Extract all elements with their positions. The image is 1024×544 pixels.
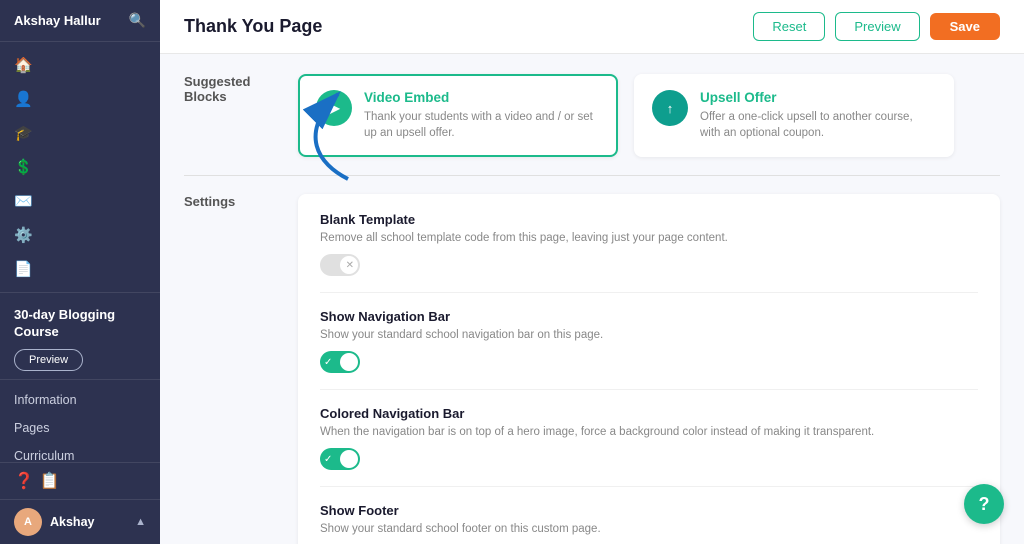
settings-label: Settings xyxy=(184,194,274,209)
sidebar-bottom-icons: ❓ 📋 xyxy=(0,462,160,499)
video-embed-card[interactable]: ▶ Video Embed Thank your students with a… xyxy=(298,74,618,157)
sidebar-footer: A Akshay ▲ xyxy=(0,499,160,544)
sidebar-item-curriculum[interactable]: Curriculum xyxy=(0,442,160,462)
sidebar-icon-page[interactable]: 📄 xyxy=(0,252,160,286)
sidebar-item-information[interactable]: Information xyxy=(0,386,160,414)
setting-show-footer: Show Footer Show your standard school fo… xyxy=(320,487,978,544)
course-section: 30-day Blogging Course Preview xyxy=(0,293,160,380)
sidebar-icon-home[interactable]: 🏠 xyxy=(0,48,160,82)
video-embed-desc: Thank your students with a video and / o… xyxy=(364,109,600,141)
sidebar-icon-dollar[interactable]: 💲 xyxy=(0,150,160,184)
settings-section: Settings Blank Template Remove all schoo… xyxy=(184,194,1000,544)
setting-colored-nav-bar: Colored Navigation Bar When the navigati… xyxy=(320,390,978,487)
suggested-blocks-label: Suggested Blocks xyxy=(184,74,274,104)
blank-template-title: Blank Template xyxy=(320,212,978,227)
show-nav-bar-toggle[interactable]: ✓ xyxy=(320,351,360,373)
save-button[interactable]: Save xyxy=(930,13,1000,40)
divider xyxy=(184,175,1000,176)
sidebar-item-pages[interactable]: Pages xyxy=(0,414,160,442)
sidebar: Akshay Hallur 🔍 🏠 👤 🎓 💲 ✉️ ⚙️ 📄 30-day B… xyxy=(0,0,160,544)
page-title: Thank You Page xyxy=(184,16,322,37)
sidebar-user-name: Akshay Hallur xyxy=(14,13,121,28)
content-area: Suggested Blocks ▶ Video Embed Thank you… xyxy=(160,54,1024,544)
blank-template-desc: Remove all school template code from thi… xyxy=(320,230,978,246)
header-actions: Reset Preview Save xyxy=(753,12,1000,41)
suggested-blocks-section: Suggested Blocks ▶ Video Embed Thank you… xyxy=(184,74,1000,157)
help-circle-icon[interactable]: ❓ xyxy=(14,471,34,491)
search-icon[interactable]: 🔍 xyxy=(129,12,146,29)
preview-button[interactable]: Preview xyxy=(835,12,919,41)
upsell-offer-content: Upsell Offer Offer a one-click upsell to… xyxy=(700,90,936,141)
upsell-offer-card[interactable]: ↑ Upsell Offer Offer a one-click upsell … xyxy=(634,74,954,157)
video-embed-content: Video Embed Thank your students with a v… xyxy=(364,90,600,141)
blank-template-toggle[interactable]: ✕ xyxy=(320,254,360,276)
page-header: Thank You Page Reset Preview Save xyxy=(160,0,1024,54)
toggle-x-icon: ✕ xyxy=(346,260,354,271)
video-embed-icon: ▶ xyxy=(316,90,352,126)
toggle-check-icon: ✓ xyxy=(324,357,332,368)
main-content: Thank You Page Reset Preview Save Sugges… xyxy=(160,0,1024,544)
colored-nav-bar-toggle[interactable]: ✓ xyxy=(320,448,360,470)
colored-nav-bar-desc: When the navigation bar is on top of a h… xyxy=(320,424,978,440)
settings-content: Blank Template Remove all school templat… xyxy=(298,194,1000,544)
video-embed-title: Video Embed xyxy=(364,90,600,105)
course-title: 30-day Blogging Course xyxy=(14,307,146,341)
upsell-offer-title: Upsell Offer xyxy=(700,90,936,105)
show-nav-bar-desc: Show your standard school navigation bar… xyxy=(320,327,978,343)
show-footer-desc: Show your standard school footer on this… xyxy=(320,521,978,537)
sidebar-user-section: Akshay Hallur 🔍 xyxy=(0,0,160,42)
sidebar-icon-mail[interactable]: ✉️ xyxy=(0,184,160,218)
blocks-grid: ▶ Video Embed Thank your students with a… xyxy=(298,74,1000,157)
show-nav-bar-title: Show Navigation Bar xyxy=(320,309,978,324)
help-button[interactable]: ? xyxy=(964,484,1004,524)
setting-show-nav-bar: Show Navigation Bar Show your standard s… xyxy=(320,293,978,390)
sidebar-nav: Information Pages Curriculum Pricing Dri… xyxy=(0,380,160,462)
upsell-offer-icon: ↑ xyxy=(652,90,688,126)
chevron-up-icon[interactable]: ▲ xyxy=(135,516,146,528)
setting-blank-template: Blank Template Remove all school templat… xyxy=(320,212,978,293)
avatar: A xyxy=(14,508,42,536)
course-preview-button[interactable]: Preview xyxy=(14,349,83,371)
show-footer-title: Show Footer xyxy=(320,503,978,518)
page-icon-bottom[interactable]: 📋 xyxy=(40,471,60,491)
sidebar-icon-settings[interactable]: ⚙️ xyxy=(0,218,160,252)
toggle-check-icon-2: ✓ xyxy=(324,454,332,465)
reset-button[interactable]: Reset xyxy=(753,12,825,41)
sidebar-icon-graduation[interactable]: 🎓 xyxy=(0,116,160,150)
sidebar-footer-username: Akshay xyxy=(50,515,127,529)
colored-nav-bar-title: Colored Navigation Bar xyxy=(320,406,978,421)
sidebar-icon-users[interactable]: 👤 xyxy=(0,82,160,116)
upsell-offer-desc: Offer a one-click upsell to another cour… xyxy=(700,109,936,141)
